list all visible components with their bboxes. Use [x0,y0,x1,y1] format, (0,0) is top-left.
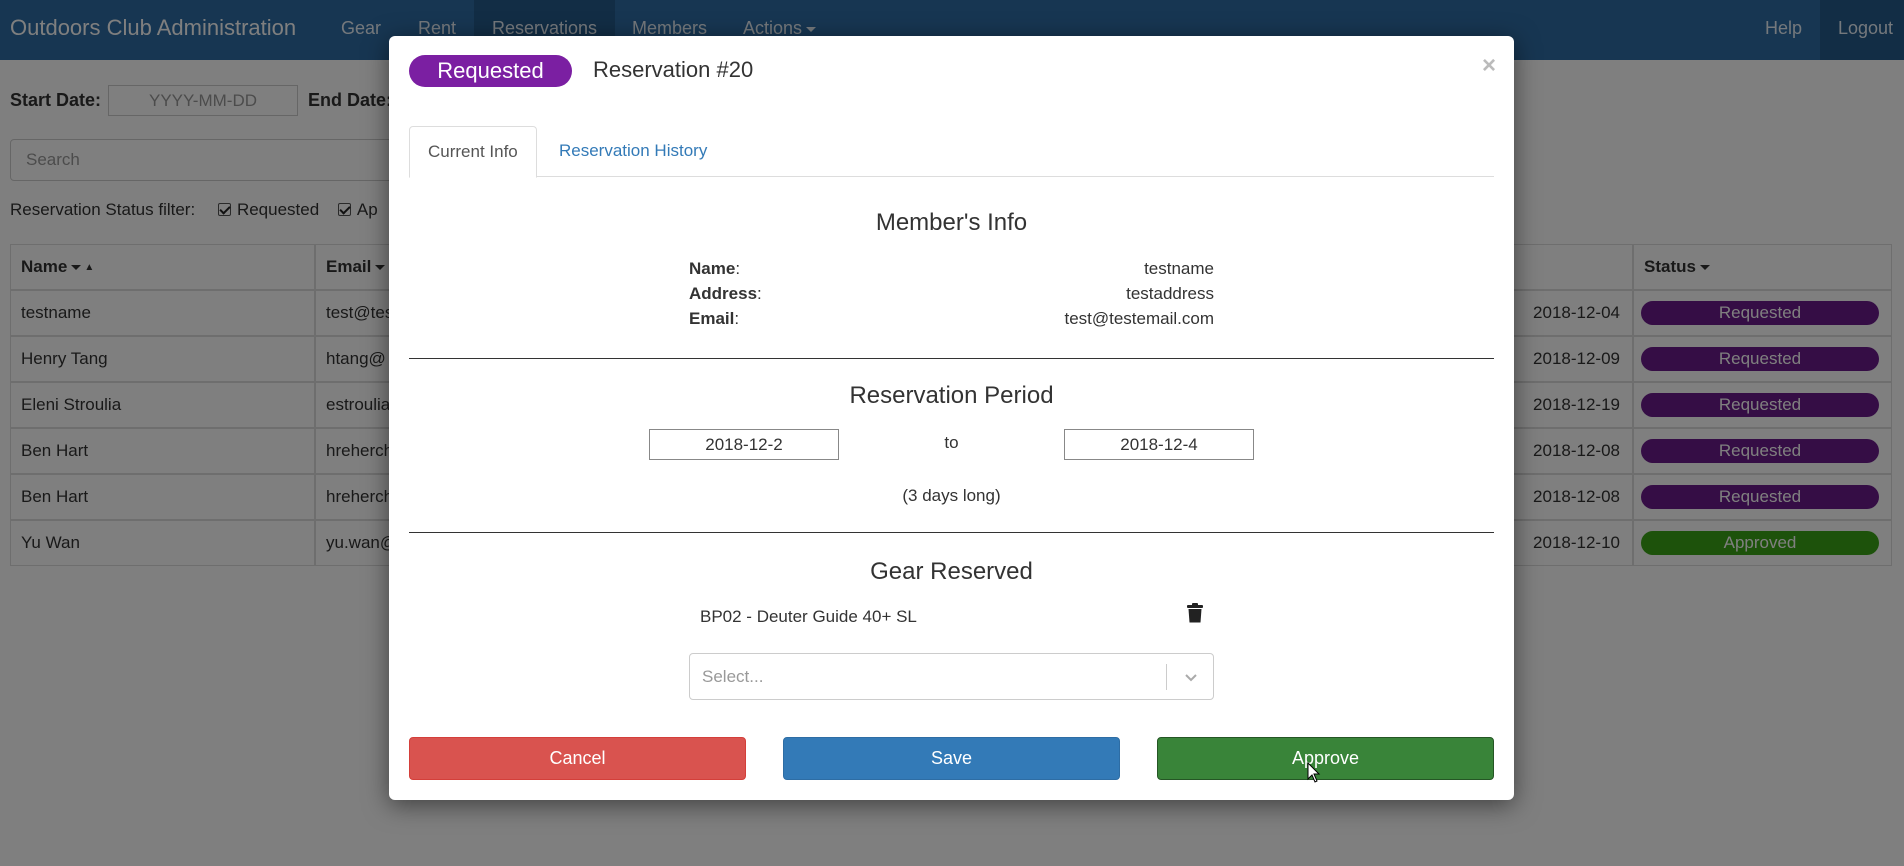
gear-reserved-title: Gear Reserved [870,558,1033,585]
close-icon[interactable]: × [1482,52,1496,80]
period-end-input[interactable]: 2018-12-4 [1064,429,1254,460]
tab-current-info[interactable]: Current Info [409,126,537,178]
reservation-modal: Requested Reservation #20 × Current Info… [389,36,1514,800]
member-name-label: Name: [689,259,741,278]
modal-title: Reservation #20 [593,57,754,82]
reservation-period-title: Reservation Period [849,382,1054,409]
gear-item: BP02 - Deuter Guide 40+ SL [700,607,917,626]
modal-tabs: Current Info Reservation History [409,126,1494,178]
period-to-label: to [944,433,959,452]
member-info-title: Member's Info [875,209,1028,236]
gear-select-placeholder: Select... [702,667,764,686]
trash-icon[interactable] [1186,603,1204,623]
member-name-value: testname [1144,259,1214,278]
tab-reservation-history[interactable]: Reservation History [541,126,725,178]
divider [409,358,1494,359]
member-address-value: testaddress [1126,284,1214,303]
chevron-down-icon[interactable] [1183,669,1199,685]
gear-select[interactable]: Select... [689,653,1214,700]
member-email-label: Email: [689,309,740,328]
member-address-row: Address: testaddress [689,284,1214,308]
mouse-cursor-icon [1307,762,1321,783]
divider [409,532,1494,533]
member-address-label: Address: [689,284,762,303]
member-name-row: Name: testname [689,259,1214,283]
cancel-button[interactable]: Cancel [409,737,746,780]
member-email-row: Email: test@testemail.com [689,309,1214,333]
save-button[interactable]: Save [783,737,1120,780]
select-separator [1166,664,1167,690]
period-duration: (3 days long) [902,486,1001,505]
approve-button[interactable]: Approve [1157,737,1494,780]
member-email-value: test@testemail.com [1064,309,1214,328]
modal-status-badge: Requested [409,55,572,87]
